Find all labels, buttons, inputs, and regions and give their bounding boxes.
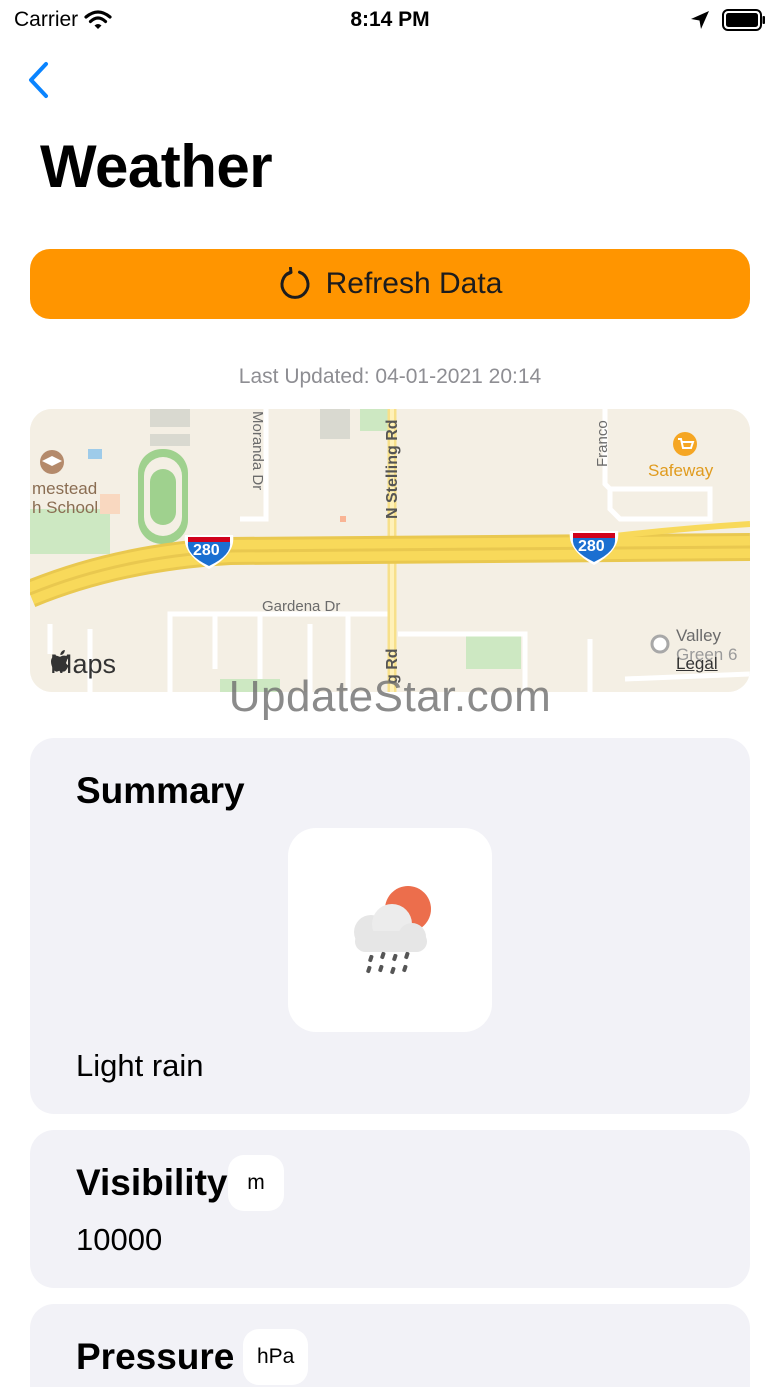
- map-view[interactable]: mestead h School Moranda Dr N Stelling R…: [30, 409, 750, 692]
- pressure-card: Pressure hPa: [30, 1304, 750, 1387]
- refresh-data-label: Refresh Data: [325, 267, 503, 300]
- visibility-value: 10000: [76, 1222, 163, 1257]
- highway-280-label-left: 280: [193, 542, 220, 559]
- map-legal-link[interactable]: Legal: [676, 654, 718, 674]
- refresh-icon: [280, 267, 310, 299]
- cloud-rain-sun-icon: [354, 886, 431, 975]
- refresh-data-button[interactable]: Refresh Data: [30, 249, 750, 319]
- map-label-school-1: mestead: [32, 479, 98, 498]
- map-label-valley: Valley: [676, 626, 722, 645]
- status-bar: Carrier 8:14 PM: [0, 0, 780, 40]
- page-title: Weather: [40, 133, 273, 200]
- summary-heading: Summary: [76, 770, 245, 811]
- battery-icon: [722, 9, 765, 31]
- back-button[interactable]: [18, 58, 58, 102]
- map-label-safeway: Safeway: [648, 461, 714, 480]
- status-right-group: [690, 9, 766, 31]
- highway-280-label-right: 280: [578, 538, 605, 555]
- map-label-franco: Franco: [594, 420, 611, 467]
- visibility-card: Visibility m 10000: [30, 1130, 750, 1288]
- weather-icon-box: [288, 828, 492, 1032]
- summary-card: Summary Light rain: [30, 738, 750, 1114]
- last-updated-text: Last Updated: 04-01-2021 20:14: [238, 365, 542, 388]
- location-arrow-icon: [691, 11, 709, 29]
- map-label-n-stelling-rd: N Stelling Rd: [384, 419, 401, 519]
- pressure-heading: Pressure: [76, 1336, 235, 1377]
- summary-description: Light rain: [76, 1048, 204, 1083]
- map-label-moranda-dr: Moranda Dr: [249, 411, 266, 491]
- status-time: 8:14 PM: [350, 8, 430, 31]
- watermark-text: UpdateStar.com: [228, 672, 552, 721]
- visibility-unit-badge: m: [228, 1155, 284, 1211]
- chevron-left-icon: [29, 62, 48, 98]
- map-label-gardena-dr: Gardena Dr: [262, 598, 341, 615]
- map-label-school-2: h School: [32, 498, 99, 517]
- pressure-unit-badge: hPa: [243, 1329, 309, 1385]
- visibility-heading: Visibility: [76, 1162, 228, 1203]
